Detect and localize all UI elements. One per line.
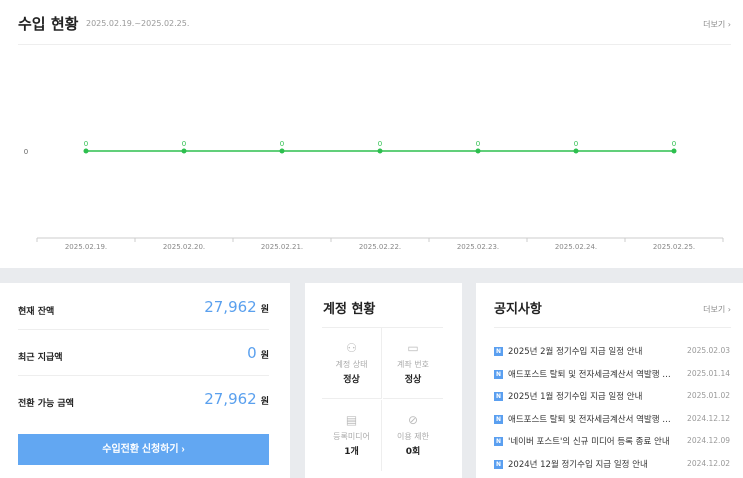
- notice-item[interactable]: N 애드포스트 탈퇴 및 전자세금계산서 역발행 중단 안내 2024.12.12: [494, 409, 730, 432]
- account-label: 이용 제한: [397, 432, 429, 441]
- notice-title-link[interactable]: 2025년 2월 정기수입 지급 일정 안내: [508, 345, 674, 357]
- x-tick-label: 2025.02.21.: [261, 243, 303, 251]
- balance-value: 0원: [247, 344, 269, 362]
- notice-date: 2024.12.02: [687, 458, 730, 468]
- balance-row: 전환 가능 금액 27,962 원: [18, 376, 269, 422]
- amount: 27,962: [204, 298, 257, 316]
- notice-date: 2025.01.14: [687, 368, 730, 378]
- y-tick-label: 0: [24, 148, 28, 156]
- notice-item[interactable]: N 2024년 12월 정기수입 지급 일정 안내 2024.12.02: [494, 454, 730, 477]
- unit: 원: [260, 305, 269, 315]
- data-point: [671, 148, 677, 154]
- forbidden-icon: ⊘: [407, 413, 419, 427]
- data-point: [377, 148, 383, 154]
- x-tick-label: 2025.02.22.: [359, 243, 401, 251]
- account-status-1: ▭ 계좌 번호정상: [383, 328, 443, 399]
- notice-date: 2024.12.09: [687, 436, 730, 445]
- account-status-3: ⊘ 이용 제한 0회: [383, 400, 443, 471]
- unit: 원: [260, 397, 269, 407]
- notice-title-link[interactable]: '네이버 포스트'의 신규 미디어 등록 종료 안내: [508, 435, 674, 447]
- data-label: 0: [182, 140, 186, 148]
- account-grid: ⚇ 계정 상태정상 ▭ 계좌 번호정상 ▤ 등록미디어 1개 ⊘ 이용 제한 0회: [322, 327, 443, 471]
- data-label: 0: [672, 140, 676, 148]
- data-point: [83, 148, 89, 154]
- notice-date: 2025.01.02: [687, 391, 730, 400]
- new-badge-icon: N: [494, 369, 503, 379]
- account-card: 계정 현황 ⚇ 계정 상태정상 ▭ 계좌 번호정상 ▤ 등록미디어 1개 ⊘ 이용 제한 0회: [305, 283, 462, 478]
- amount: 0: [247, 344, 257, 362]
- x-tick-label: 2025.02.25.: [653, 243, 695, 251]
- data-label: 0: [574, 140, 578, 148]
- x-tick-label: 2025.02.23.: [457, 243, 499, 251]
- account-label: 계좌 번호: [397, 360, 429, 369]
- income-chart: 0 0 2025.02.19. 0 2025.02.20. 0 2025.02.21. 0 20…: [24, 140, 724, 251]
- account-label: 등록미디어: [333, 432, 370, 441]
- data-label: 0: [378, 140, 382, 148]
- account-value: 정상: [343, 375, 360, 385]
- data-point: [573, 148, 579, 154]
- divider: [494, 327, 731, 328]
- balance-row: 최근 지급액 0 원: [18, 330, 269, 376]
- notice-title: 공지사항: [494, 302, 542, 317]
- data-point: [475, 148, 481, 154]
- x-tick-label: 2025.02.19.: [65, 243, 107, 251]
- notice-item[interactable]: N 2025년 2월 정기수입 지급 일정 안내 2025.02.03: [494, 341, 730, 364]
- person-icon: ⚇: [346, 341, 357, 355]
- account-title: 계정 현황: [323, 302, 376, 317]
- notice-date: 2025.02.03: [687, 346, 730, 355]
- data-point: [279, 148, 285, 154]
- notice-title-link[interactable]: 애드포스트 탈퇴 및 전자세금계산서 역발행 중단 안내: [508, 368, 674, 380]
- notice-item[interactable]: N '네이버 포스트'의 신규 미디어 등록 종료 안내 2024.12.09: [494, 431, 730, 454]
- account-status-2: ▤ 등록미디어 1개: [322, 400, 382, 471]
- amount: 27,962: [204, 390, 257, 408]
- balance-label: 현재 잔액: [18, 307, 55, 317]
- card-icon: ▭: [407, 341, 419, 355]
- notice-item[interactable]: N 애드포스트 탈퇴 및 전자세금계산서 역발행 중단 안내 2025.01.14: [494, 364, 730, 387]
- data-label: 0: [476, 140, 480, 148]
- new-badge-icon: N: [494, 437, 503, 446]
- account-status-0: ⚇ 계정 상태정상: [322, 328, 382, 399]
- x-tick-label: 2025.02.24.: [555, 243, 597, 251]
- data-label: 0: [280, 140, 284, 148]
- balance-value: 27,962 원: [204, 390, 269, 408]
- notice-title-link[interactable]: 2024년 12월 정기수입 지급 일정 안내: [508, 458, 674, 470]
- balance-value: 27,962 원: [204, 298, 269, 316]
- balance-card: 현재 잔액 27,962 원 최근 지급액 0 원 전환 가능 금액 27,962 원 수입전환…: [0, 283, 290, 478]
- new-badge-icon: N: [494, 414, 503, 424]
- notice-title-link[interactable]: 애드포스트 탈퇴 및 전자세금계산서 역발행 중단 안내: [508, 413, 674, 425]
- account-value: 1개: [344, 447, 359, 457]
- notice-date: 2024.12.12: [687, 413, 730, 423]
- unit: 원: [260, 351, 269, 361]
- data-label: 0: [84, 140, 88, 148]
- x-tick-label: 2025.02.20.: [163, 243, 205, 251]
- new-badge-icon: N: [494, 459, 503, 469]
- account-label: 계정 상태: [335, 360, 368, 369]
- data-point: [181, 148, 187, 154]
- notice-title-link[interactable]: 2025년 1월 정기수입 지급 일정 안내: [508, 390, 674, 402]
- notice-card: 공지사항 더보기 › N 2025년 2월 정기수입 지급 일정 안내 2025.0…: [476, 283, 743, 478]
- document-icon: ▤: [345, 413, 358, 427]
- convert-income-button[interactable]: 수입전환 신청하기 ›: [18, 434, 269, 465]
- balance-label: 전환 가능 금액: [18, 399, 74, 409]
- balance-row: 현재 잔액 27,962 원: [18, 284, 269, 330]
- income-panel: 수입 현황 2025.02.19.~2025.02.25. 더보기 › 0 0 20…: [0, 0, 743, 268]
- new-badge-icon: N: [494, 347, 503, 356]
- new-badge-icon: N: [494, 392, 503, 401]
- balance-label: 최근 지급액: [18, 353, 63, 363]
- notice-more-link[interactable]: 더보기 ›: [703, 304, 731, 315]
- notice-item[interactable]: N 2025년 1월 정기수입 지급 일정 안내 2025.01.02: [494, 386, 730, 409]
- account-value: 0회: [405, 447, 421, 457]
- account-value: 정상: [404, 375, 422, 385]
